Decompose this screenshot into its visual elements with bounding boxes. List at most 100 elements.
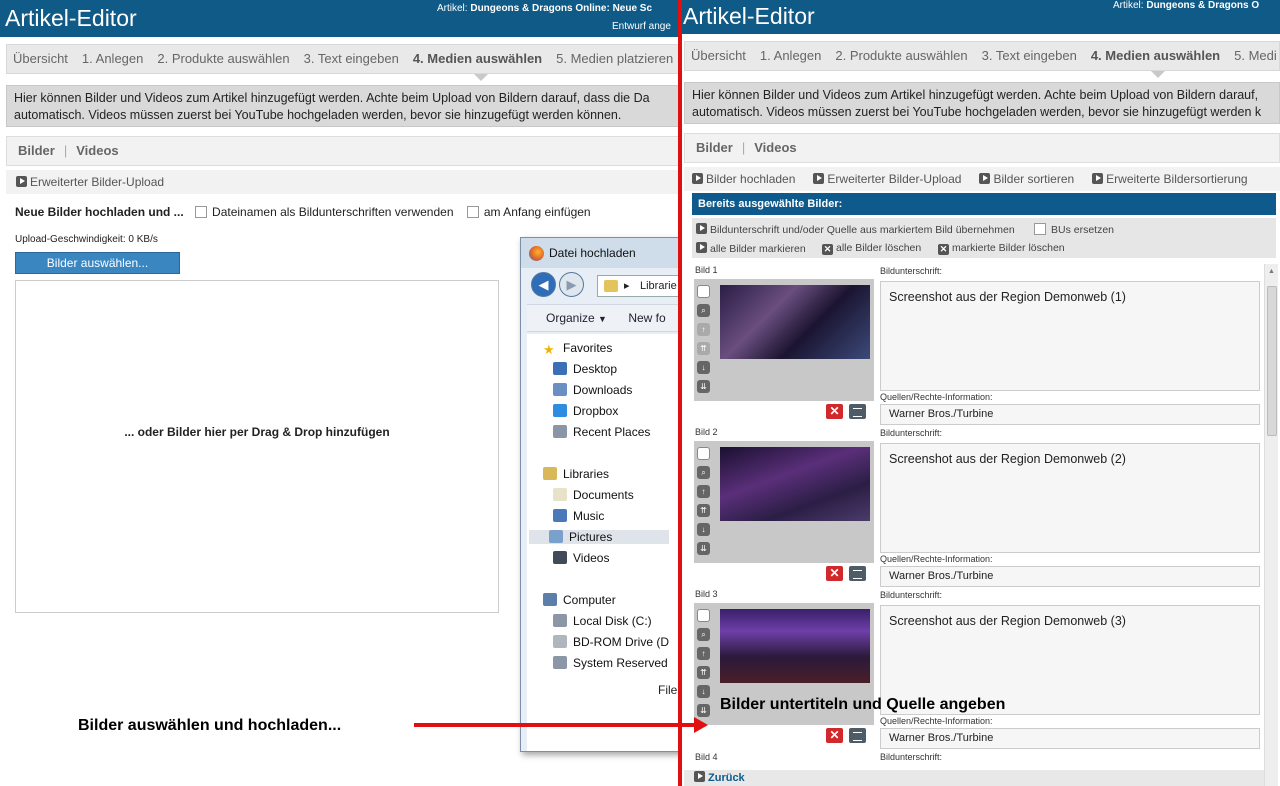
action-link-label: Bilder sortieren <box>993 172 1075 186</box>
tree-item-computer[interactable]: Computer <box>543 593 616 607</box>
tree-item-desktop[interactable]: Desktop <box>553 362 617 376</box>
delete-marked-link[interactable]: ✕ markierte Bilder löschen <box>938 242 1065 255</box>
step-5[interactable]: 4. Medien auswählen <box>413 45 542 73</box>
delete-marked-label: markierte Bilder löschen <box>952 242 1065 254</box>
move-down-icon[interactable]: ↓ <box>697 685 710 698</box>
tree-item-local-disk-c[interactable]: Local Disk (C:) <box>553 614 652 628</box>
filenames-checkbox[interactable] <box>195 206 208 218</box>
drop-zone[interactable]: ... oder Bilder hier per Drag & Drop hin… <box>15 280 499 613</box>
new-folder-button[interactable]: New fo <box>628 311 665 325</box>
option-prepend[interactable]: am Anfang einfügen <box>466 205 591 219</box>
delete-icon[interactable]: ✕ <box>826 404 843 419</box>
step-4[interactable]: 3. Text eingeben <box>982 42 1077 70</box>
scroll-up-icon[interactable]: ▲ <box>1268 268 1275 275</box>
move-bottom-icon[interactable]: ⇊ <box>697 704 710 717</box>
select-checkbox[interactable] <box>697 447 710 460</box>
tab-images[interactable]: Bilder <box>696 140 733 155</box>
replace-captions-checkbox[interactable] <box>1034 223 1046 235</box>
delete-all-link[interactable]: ✕ alle Bilder löschen <box>822 242 921 255</box>
arrow-icon <box>696 223 707 234</box>
select-checkbox[interactable] <box>697 609 710 622</box>
screenshot-thumbnail[interactable] <box>720 609 870 683</box>
details-icon[interactable] <box>849 404 866 419</box>
select-images-button[interactable]: Bilder auswählen... <box>15 252 180 274</box>
scrollbar[interactable]: ▲ <box>1264 264 1278 786</box>
action-link-label: Erweiterter Bilder-Upload <box>827 172 962 186</box>
move-up-icon[interactable]: ↑ <box>697 323 710 336</box>
details-icon[interactable] <box>849 728 866 743</box>
step-6[interactable]: 5. Medi <box>1234 42 1277 70</box>
tree-item-music[interactable]: Music <box>553 509 604 523</box>
scroll-thumb[interactable] <box>1267 286 1277 436</box>
address-bar[interactable]: ▸ Librarie <box>597 275 680 297</box>
action-link-3[interactable]: Bilder sortieren <box>979 172 1074 186</box>
delete-icon[interactable]: ✕ <box>826 566 843 581</box>
step-1[interactable]: Übersicht <box>691 42 746 70</box>
step-3[interactable]: 2. Produkte auswählen <box>157 45 289 73</box>
zoom-icon[interactable]: ⌕ <box>697 466 710 479</box>
advanced-upload-link[interactable]: Erweiterter Bilder-Upload <box>6 170 680 194</box>
screenshot-thumbnail[interactable] <box>720 285 870 359</box>
move-up-icon[interactable]: ↑ <box>697 647 710 660</box>
step-4[interactable]: 3. Text eingeben <box>304 45 399 73</box>
zoom-icon[interactable]: ⌕ <box>697 628 710 641</box>
replace-captions-option[interactable]: BUs ersetzen <box>1034 223 1114 236</box>
select-checkbox[interactable] <box>697 285 710 298</box>
tree-item-dropbox[interactable]: Dropbox <box>553 404 618 418</box>
tree-item-favorites[interactable]: ★ Favorites <box>543 341 612 356</box>
prepend-checkbox[interactable] <box>466 206 479 218</box>
step-3[interactable]: 2. Produkte auswählen <box>835 42 967 70</box>
source-field[interactable]: Warner Bros./Turbine <box>880 566 1260 587</box>
back-arrow-icon[interactable]: ◀ <box>531 272 556 297</box>
tree-item-videos[interactable]: Videos <box>553 551 609 565</box>
move-down-icon[interactable]: ↓ <box>697 361 710 374</box>
source-field[interactable]: Warner Bros./Turbine <box>880 728 1260 749</box>
details-icon[interactable] <box>849 566 866 581</box>
tree-item-downloads[interactable]: Downloads <box>553 383 632 397</box>
move-top-icon[interactable]: ⇈ <box>697 342 710 355</box>
option-filenames[interactable]: Dateinamen als Bildunterschriften verwen… <box>195 205 454 219</box>
tab-videos[interactable]: Videos <box>754 140 796 155</box>
tree-item-documents[interactable]: Documents <box>553 488 634 502</box>
tab-images[interactable]: Bilder <box>18 143 55 158</box>
tab-videos[interactable]: Videos <box>76 143 118 158</box>
forward-arrow-icon[interactable]: ▶ <box>559 272 584 297</box>
step-2[interactable]: 1. Anlegen <box>760 42 821 70</box>
move-down-icon[interactable]: ↓ <box>697 523 710 536</box>
move-up-icon[interactable]: ↑ <box>697 485 710 498</box>
action-link-1[interactable]: Bilder hochladen <box>692 172 795 186</box>
move-top-icon[interactable]: ⇈ <box>697 504 710 517</box>
mark-all-link[interactable]: alle Bilder markieren <box>696 242 806 255</box>
tree-item-system-reserved[interactable]: System Reserved <box>553 656 668 670</box>
caption-textarea[interactable]: Screenshot aus der Region Demonweb (1) <box>880 281 1260 391</box>
arrow-icon <box>813 173 825 184</box>
step-1[interactable]: Übersicht <box>13 45 68 73</box>
desktop-icon <box>553 362 567 375</box>
step-5[interactable]: 4. Medien auswählen <box>1091 42 1220 70</box>
move-bottom-icon[interactable]: ⇊ <box>697 542 710 555</box>
step-6[interactable]: 5. Medien platzieren <box>556 45 673 73</box>
tree-item-bd-rom-drive-d[interactable]: BD-ROM Drive (D <box>553 635 669 649</box>
action-link-2[interactable]: Erweiterter Bilder-Upload <box>813 172 961 186</box>
address-text: Librarie <box>640 280 677 292</box>
tree-item-recent-places[interactable]: Recent Places <box>553 425 650 439</box>
action-link-4[interactable]: Erweiterte Bildersortierung <box>1092 172 1248 186</box>
file-upload-dialog: Datei hochladen ◀ ▶ ▸ Librarie Organize … <box>520 237 680 752</box>
upload-options: Neue Bilder hochladen und ... Dateinamen… <box>15 205 591 219</box>
back-link[interactable]: Zurück <box>684 770 1264 786</box>
step-2[interactable]: 1. Anlegen <box>82 45 143 73</box>
tree-item-pictures[interactable]: Pictures <box>529 530 669 544</box>
header-bar: Artikel-Editor Artikel: Dungeons & Drago… <box>0 0 680 37</box>
dialog-title: Datei hochladen <box>549 246 636 260</box>
organize-menu[interactable]: Organize ▼ <box>546 311 607 325</box>
move-top-icon[interactable]: ⇈ <box>697 666 710 679</box>
tree-item-libraries[interactable]: Libraries <box>543 467 609 481</box>
screenshot-thumbnail[interactable] <box>720 447 870 521</box>
move-bottom-icon[interactable]: ⇊ <box>697 380 710 393</box>
zoom-icon[interactable]: ⌕ <box>697 304 710 317</box>
take-over-link[interactable]: Bildunterschrift und/oder Quelle aus mar… <box>696 223 1015 236</box>
source-field[interactable]: Warner Bros./Turbine <box>880 404 1260 425</box>
downloads-icon <box>553 383 567 396</box>
delete-icon[interactable]: ✕ <box>826 728 843 743</box>
caption-textarea[interactable]: Screenshot aus der Region Demonweb (2) <box>880 443 1260 553</box>
